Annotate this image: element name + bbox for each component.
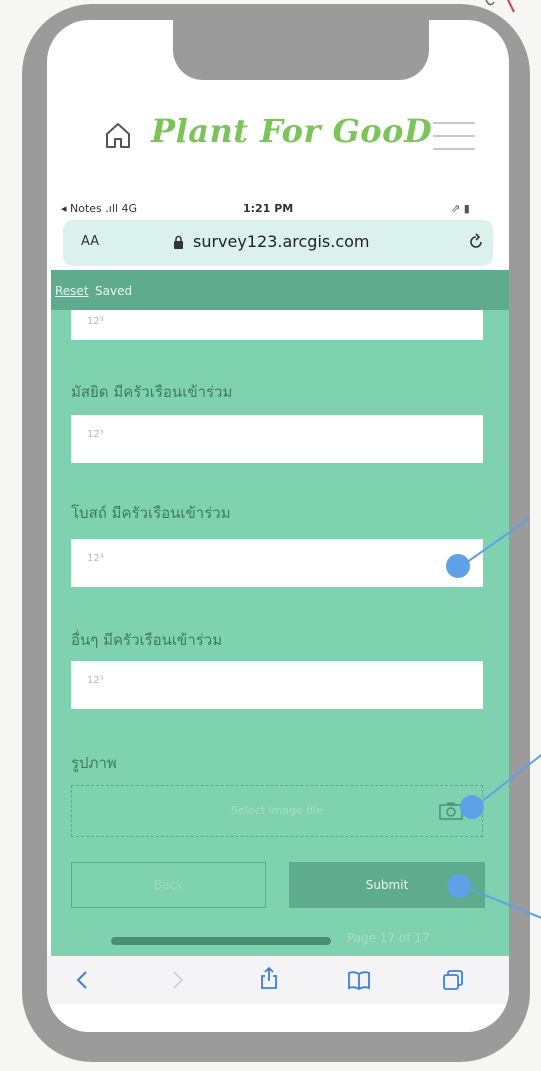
reset-link[interactable]: Reset	[55, 284, 89, 298]
forward-arrow-icon[interactable]	[165, 968, 189, 992]
form-top-bar: Reset Saved	[51, 270, 509, 310]
progress-bar	[111, 937, 331, 945]
text-size-button[interactable]: AA	[81, 234, 99, 249]
back-arrow-icon[interactable]	[71, 968, 95, 992]
share-icon[interactable]	[257, 966, 281, 990]
question-label-photo: รูปภาพ	[71, 754, 117, 772]
lock-icon	[174, 235, 183, 249]
phone-notch	[173, 20, 429, 80]
previous-answer-field[interactable]: 12³	[71, 310, 483, 340]
question-label-other: อื่นๆ มีครัวเรือนเข้าร่วม	[71, 631, 223, 649]
reload-icon[interactable]	[467, 233, 485, 251]
callout-marker	[446, 554, 470, 578]
phone-screen: Plant For GooD ◂ Notes .ıll 4G 1:21 PM ⇗…	[47, 20, 509, 1032]
field-placeholder: 12³	[87, 553, 104, 564]
status-time: 1:21 PM	[243, 202, 294, 215]
answer-field-mosque[interactable]: 12³	[71, 415, 483, 463]
select-image-label: Select image file	[231, 804, 323, 817]
field-placeholder: 12³	[87, 675, 104, 686]
site-brand-title[interactable]: Plant For GooD	[151, 112, 432, 150]
browser-url-bar[interactable]: AA survey123.arcgis.com	[63, 220, 493, 266]
select-image-button[interactable]: Select image file	[71, 785, 483, 837]
callout-marker	[447, 874, 471, 898]
bookmarks-icon[interactable]	[347, 968, 371, 992]
corner-annotation-mark	[485, 0, 515, 13]
field-placeholder: 12³	[87, 429, 104, 440]
question-label-mosque: มัสยิด มีครัวเรือนเข้าร่วม	[71, 383, 233, 401]
home-icon[interactable]	[103, 120, 133, 150]
question-label-church: โบสถ์ มีครัวเรือนเข้าร่วม	[71, 504, 231, 522]
url-text: survey123.arcgis.com	[193, 232, 370, 251]
hamburger-menu-icon[interactable]	[433, 122, 475, 152]
tabs-icon[interactable]	[441, 968, 465, 992]
answer-field-church[interactable]: 12³	[71, 539, 483, 587]
field-placeholder: 12³	[87, 316, 104, 327]
back-button[interactable]: Back	[71, 862, 266, 908]
saved-status: Saved	[95, 284, 133, 298]
callout-marker	[460, 795, 484, 819]
status-carrier: ◂ Notes .ıll 4G	[61, 202, 137, 215]
page-indicator: Page 17 of 17	[347, 931, 430, 945]
answer-field-other[interactable]: 12³	[71, 661, 483, 709]
status-indicators: ⇗ ▮	[451, 202, 470, 215]
